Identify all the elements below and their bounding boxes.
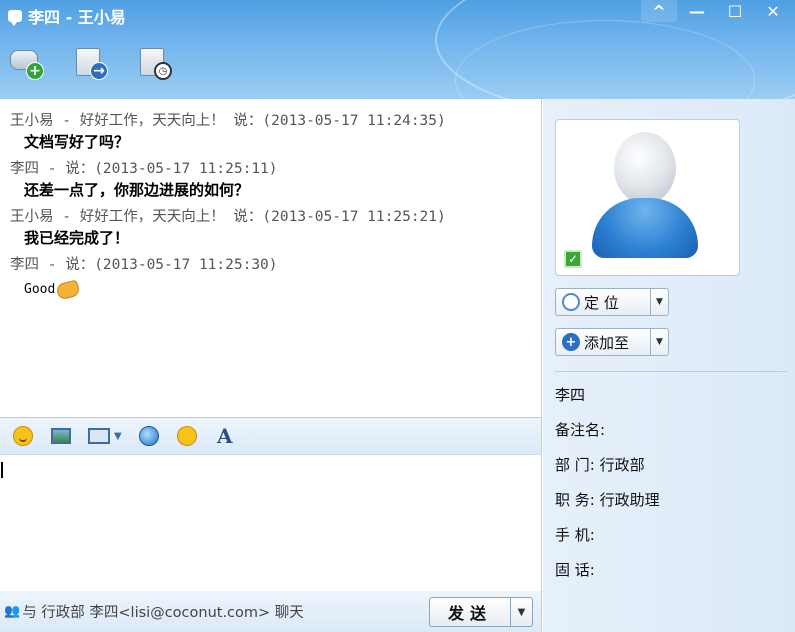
online-status-icon: ✓ bbox=[564, 250, 582, 268]
text-cursor bbox=[1, 462, 3, 478]
screenshot-icon[interactable] bbox=[88, 425, 110, 447]
send-file-icon[interactable]: → bbox=[72, 44, 110, 82]
send-button[interactable]: 发送 bbox=[430, 598, 510, 626]
chat-status-text: 与 行政部 李四<lisi@coconut.com> 聊天 bbox=[22, 605, 304, 621]
add-to-button[interactable]: + 添加至 ▼ bbox=[555, 328, 669, 356]
main-toolbar: + → ◷ bbox=[8, 44, 174, 82]
title-bar: 李四 - 王小易 bbox=[8, 4, 126, 28]
remark-row: 备注名: bbox=[555, 417, 660, 452]
screenshot-dropdown-icon[interactable]: ▼ bbox=[114, 431, 122, 442]
mobile-label: 手 机: bbox=[555, 526, 595, 544]
mobile-row: 手 机: bbox=[555, 522, 660, 557]
window-header: 李四 - 王小易 ^ — ☐ ✕ + → ◷ bbox=[0, 0, 795, 99]
message-header: 王小易 - 好好工作，天天向上！ 说：(2013-05-17 11:24:35) bbox=[10, 113, 446, 129]
department-label: 部 门: bbox=[555, 456, 595, 474]
contact-panel: ✓ 定 位 ▼ + 添加至 ▼ 李四 备注名: 部 门: 行政部 职 务: 行政… bbox=[543, 99, 795, 632]
message-body-row: Good bbox=[10, 275, 541, 301]
status-bar: 👥 与 行政部 李四<lisi@coconut.com> 聊天 发送 ▼ bbox=[0, 591, 542, 632]
avatar-head bbox=[614, 132, 676, 204]
chat-message: 王小易 - 好好工作，天天向上！ 说：(2013-05-17 11:24:35)… bbox=[10, 111, 541, 153]
department-value: 行政部 bbox=[599, 456, 645, 474]
department-row: 部 门: 行政部 bbox=[555, 452, 660, 487]
window-title: 李四 - 王小易 bbox=[28, 8, 126, 27]
close-button[interactable]: ✕ bbox=[755, 0, 791, 22]
new-chat-icon[interactable]: + bbox=[8, 44, 46, 82]
window-controls: ^ — ☐ ✕ bbox=[641, 0, 791, 22]
remark-label: 备注名: bbox=[555, 421, 606, 439]
avatar-body bbox=[592, 198, 698, 258]
job-title-row: 职 务: 行政助理 bbox=[555, 487, 660, 522]
chat-message: 李四 - 说：(2013-05-17 11:25:11) 还差一点了，你那边进展… bbox=[10, 159, 541, 201]
message-body: 我已经完成了！ bbox=[24, 229, 130, 247]
history-icon[interactable]: ◷ bbox=[136, 44, 174, 82]
phone-label: 固 话: bbox=[555, 561, 595, 579]
job-title-value: 行政助理 bbox=[599, 491, 660, 509]
avatar: ✓ bbox=[555, 119, 740, 276]
minimize-button[interactable]: — bbox=[679, 0, 715, 22]
locate-label: 定 位 bbox=[584, 293, 619, 312]
job-title-label: 职 务: bbox=[555, 491, 595, 509]
smiley-icon[interactable] bbox=[12, 425, 34, 447]
send-button-group: 发送 ▼ bbox=[429, 597, 533, 627]
panel-divider bbox=[555, 371, 787, 372]
wink-icon[interactable] bbox=[173, 423, 200, 449]
phone-row: 固 话: bbox=[555, 557, 660, 592]
maximize-button[interactable]: ☐ bbox=[717, 0, 753, 22]
editor-toolbar: ▼ A bbox=[0, 417, 542, 455]
people-icon: 👥 bbox=[4, 604, 21, 619]
message-input[interactable] bbox=[0, 455, 542, 591]
message-header: 李四 - 说：(2013-05-17 11:25:30) bbox=[10, 257, 278, 273]
message-body: Good bbox=[24, 282, 56, 297]
locate-icon bbox=[562, 293, 580, 311]
contact-name: 李四 bbox=[555, 386, 586, 404]
thumbs-up-emoji-icon bbox=[55, 279, 82, 301]
font-icon[interactable]: A bbox=[214, 424, 236, 448]
locate-button[interactable]: 定 位 ▼ bbox=[555, 288, 669, 316]
collapse-button[interactable]: ^ bbox=[641, 0, 677, 22]
add-to-label: 添加至 bbox=[584, 333, 630, 352]
contact-info: 李四 备注名: 部 门: 行政部 职 务: 行政助理 手 机: 固 话: bbox=[555, 382, 660, 592]
chat-history[interactable]: 王小易 - 好好工作，天天向上！ 说：(2013-05-17 11:24:35)… bbox=[0, 99, 542, 417]
locate-dropdown-icon[interactable]: ▼ bbox=[650, 289, 668, 315]
add-dropdown-icon[interactable]: ▼ bbox=[650, 329, 668, 355]
image-icon[interactable] bbox=[50, 425, 72, 447]
add-icon: + bbox=[562, 333, 580, 351]
send-options-dropdown[interactable]: ▼ bbox=[510, 598, 532, 626]
message-header: 王小易 - 好好工作，天天向上！ 说：(2013-05-17 11:25:21) bbox=[10, 209, 446, 225]
chat-message: 王小易 - 好好工作，天天向上！ 说：(2013-05-17 11:25:21)… bbox=[10, 207, 541, 249]
message-body: 文档写好了吗？ bbox=[24, 133, 130, 151]
chat-bubble-icon bbox=[8, 10, 22, 26]
message-header: 李四 - 说：(2013-05-17 11:25:11) bbox=[10, 161, 278, 177]
globe-icon[interactable] bbox=[138, 425, 160, 447]
chat-message: 李四 - 说：(2013-05-17 11:25:30) Good bbox=[10, 255, 541, 301]
message-body: 还差一点了，你那边进展的如何？ bbox=[24, 181, 250, 199]
